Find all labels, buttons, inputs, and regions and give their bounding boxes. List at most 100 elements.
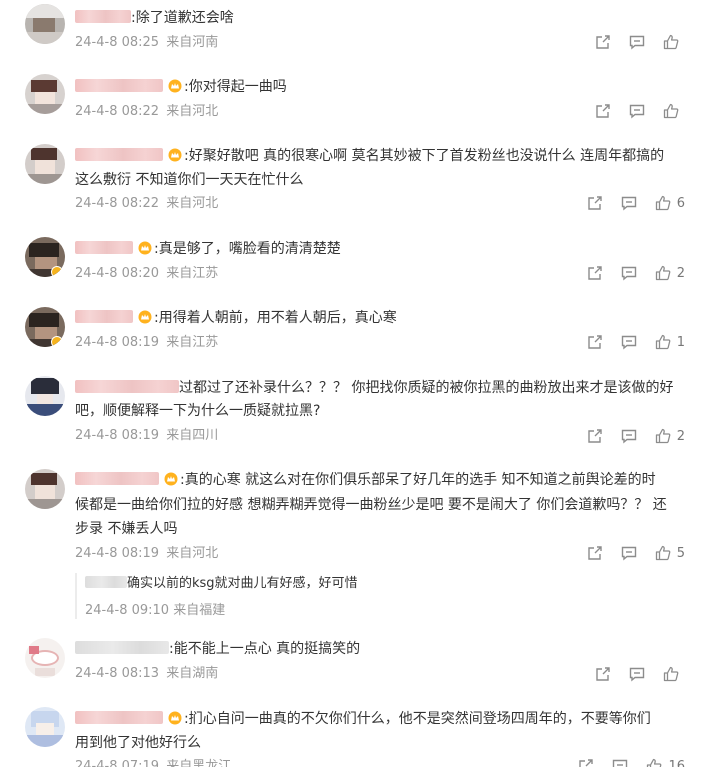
comment-icon: [621, 196, 636, 211]
reply-button[interactable]: [621, 265, 637, 281]
avatar[interactable]: [25, 469, 65, 509]
comment-time: 24-4-8 08:22: [75, 196, 160, 211]
reply-button[interactable]: [621, 545, 637, 561]
like-button[interactable]: [663, 103, 685, 119]
avatar[interactable]: [25, 307, 65, 347]
comment-text: :真是够了，嘴脸看的清清楚楚: [154, 241, 341, 257]
comment-location: 来自河南: [166, 35, 219, 50]
like-button[interactable]: 16: [646, 758, 685, 767]
avatar[interactable]: [25, 237, 65, 277]
comment-text: 用到他了对他好行么: [75, 735, 201, 751]
avatar[interactable]: [25, 144, 65, 184]
comment-text: 过都过了还补录什么？？？ 你把找你质疑的被你拉黑的曲粉放出来才是该做的好: [179, 380, 674, 396]
like-button[interactable]: 5: [655, 545, 685, 561]
username-blurred[interactable]: [75, 641, 169, 654]
vip-badge-icon: [168, 711, 182, 725]
reply-button[interactable]: [629, 34, 645, 50]
avatar[interactable]: [25, 74, 65, 114]
reply-text: 确实以前的ksg就对曲儿有好感，好可惜: [127, 576, 358, 591]
comment-text-line: :好聚好散吧 真的很寒心啊 莫名其妙被下了首发粉丝也没说什么 连周年都搞的: [75, 144, 677, 168]
comment-time: 24-4-8 08:25: [75, 35, 160, 50]
share-button[interactable]: [587, 334, 603, 350]
username-blurred[interactable]: [75, 472, 159, 485]
reply-time: 24-4-8 09:10: [85, 603, 170, 618]
comment-meta: 24-4-8 08:13 来自湖南: [75, 665, 221, 683]
username-blurred[interactable]: [75, 148, 163, 161]
thumbs-up-icon: [647, 758, 662, 767]
avatar[interactable]: [25, 376, 65, 416]
like-button[interactable]: [663, 34, 685, 50]
comment-text: :真的心寒 就这么对在你们俱乐部呆了好几年的选手 知不知道之前舆论差的时: [180, 472, 656, 488]
like-count: 2: [676, 265, 685, 281]
username-blurred[interactable]: [75, 241, 133, 254]
share-button[interactable]: [587, 265, 603, 281]
reply-button[interactable]: [629, 666, 645, 682]
comment-icon: [621, 335, 636, 350]
share-icon: [588, 196, 602, 210]
comment-icon: [629, 667, 645, 682]
like-count: 6: [676, 195, 685, 211]
avatar[interactable]: [25, 707, 65, 747]
comment-icon: [621, 429, 636, 444]
share-button[interactable]: [595, 666, 611, 682]
comment-text-line: 吧，顺便解释一下为什么一质疑就拉黑?: [75, 399, 677, 423]
comment-meta: 24-4-8 08:20 来自江苏: [75, 265, 221, 283]
comment-text-line: :真的心寒 就这么对在你们俱乐部呆了好几年的选手 知不知道之前舆论差的时: [75, 468, 677, 492]
share-icon: [588, 266, 602, 280]
reply-button[interactable]: [612, 758, 628, 767]
share-icon: [596, 104, 610, 118]
thumbs-up-icon: [655, 428, 671, 444]
comment-icon: [621, 266, 636, 281]
reply-button[interactable]: [621, 195, 637, 211]
comment-text: 吧，顺便解释一下为什么一质疑就拉黑?: [75, 403, 321, 419]
share-button[interactable]: [595, 103, 611, 119]
share-icon: [596, 667, 610, 681]
comment-location: 来自四川: [166, 428, 219, 443]
share-icon: [588, 429, 602, 443]
share-button[interactable]: [587, 195, 603, 211]
username-blurred[interactable]: [85, 576, 127, 588]
like-count: 16: [668, 758, 685, 767]
comment-text-line: :能不能上一点心 真的挺搞笑的: [75, 637, 677, 661]
reply-location: 来自福建: [173, 603, 226, 618]
comment-text: :用得着人朝前，用不着人朝后，真心寒: [154, 310, 397, 326]
username-blurred[interactable]: [75, 380, 179, 393]
comment-time: 24-4-8 08:20: [75, 266, 160, 281]
comment-text: 步录 不嫌丢人吗: [75, 521, 178, 537]
like-button[interactable]: 2: [655, 428, 685, 444]
avatar[interactable]: [25, 4, 65, 44]
username-blurred[interactable]: [75, 711, 163, 724]
comment-text-line: 过都过了还补录什么？？？ 你把找你质疑的被你拉黑的曲粉放出来才是该做的好: [75, 376, 677, 400]
comment-text-line: :扪心自问一曲真的不欠你们什么，他不是突然间登场四周年的，不要等你们: [75, 707, 677, 731]
vip-badge-icon: [138, 310, 152, 324]
thumbs-up-icon: [663, 103, 679, 119]
username-blurred[interactable]: [75, 310, 133, 323]
share-button[interactable]: [595, 34, 611, 50]
username-blurred[interactable]: [75, 79, 163, 92]
comment-time: 24-4-8 08:22: [75, 104, 160, 119]
like-button[interactable]: 2: [655, 265, 685, 281]
reply-button[interactable]: [621, 428, 637, 444]
comment-meta: 24-4-8 08:19 来自江苏: [75, 334, 221, 352]
share-button[interactable]: [578, 758, 594, 767]
reply-button[interactable]: [629, 103, 645, 119]
share-icon: [588, 546, 602, 560]
thumbs-up-icon: [655, 195, 671, 211]
reply-button[interactable]: [621, 334, 637, 350]
avatar[interactable]: [25, 638, 65, 678]
username-blurred[interactable]: [75, 10, 131, 23]
comment-meta: 24-4-8 07:19 来自黑龙江: [75, 758, 234, 767]
comment-icon: [613, 759, 628, 767]
like-button[interactable]: 1: [655, 334, 685, 350]
share-button[interactable]: [587, 545, 603, 561]
comment-text: 这么敷衍 不知道你们一天天在忙什么: [75, 172, 304, 188]
like-button[interactable]: [663, 666, 685, 682]
comment-time: 24-4-8 07:19: [75, 759, 160, 767]
share-button[interactable]: [587, 428, 603, 444]
like-count: 2: [676, 428, 685, 444]
like-button[interactable]: 6: [655, 195, 685, 211]
like-count: 5: [676, 545, 685, 561]
vip-badge-icon: [168, 79, 182, 93]
comment-meta: 24-4-8 08:22 来自河北: [75, 195, 221, 213]
vip-badge-icon: [168, 148, 182, 162]
